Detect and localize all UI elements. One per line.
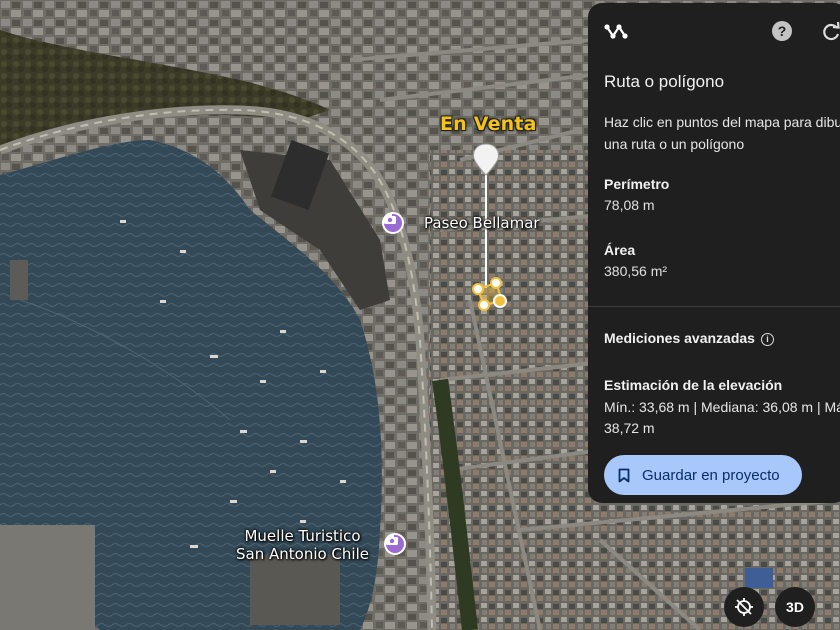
for-sale-label: En Venta (440, 113, 537, 135)
elevation-title: Estimación de la elevación (604, 377, 783, 393)
measure-ruler-icon (604, 24, 628, 39)
poi-label-line-2: San Antonio Chile (236, 545, 369, 563)
info-icon[interactable]: i (760, 333, 774, 346)
panel-divider (588, 306, 840, 307)
panel-title: Ruta o polígono (604, 72, 725, 91)
measure-panel: ? Ruta o polígono Haz clic en puntos del… (588, 3, 840, 503)
help-icon[interactable]: ? (772, 21, 792, 41)
poi-label-paseo-bellamar[interactable]: Paseo Bellamar (424, 214, 540, 232)
bookmark-icon (618, 468, 630, 482)
save-to-project-button[interactable]: Guardar en proyecto (604, 455, 802, 495)
panel-description: Haz clic en puntos del mapa para dibujar… (604, 114, 840, 152)
compass-reset-button[interactable] (724, 587, 764, 627)
refresh-icon[interactable] (820, 21, 840, 43)
camera-poi-icon[interactable] (384, 533, 406, 555)
advanced-measurements[interactable]: Mediciones avanzadas i (604, 330, 774, 346)
save-to-project-label: Guardar en proyecto (642, 466, 780, 484)
perimeter-value: 78,08 m (604, 197, 655, 213)
area-value: 380,56 m² (604, 263, 668, 279)
toggle-3d-button[interactable]: 3D (775, 587, 815, 627)
elevation-stats: Mín.: 33,68 m | Mediana: 36,08 m | Máx.: (604, 399, 840, 415)
toggle-3d-label: 3D (786, 599, 804, 615)
area-label: Área (604, 242, 636, 258)
elevation-max: 38,72 m (604, 420, 655, 436)
perimeter-label: Perímetro (604, 176, 670, 192)
poi-label-line-1: Muelle Turistico (244, 527, 361, 545)
poi-label-muelle-turistico[interactable]: Muelle Turistico San Antonio Chile (236, 527, 369, 563)
compass-off-icon (735, 598, 753, 616)
advanced-measurements-label: Mediciones avanzadas (604, 330, 755, 346)
camera-poi-icon[interactable] (382, 212, 404, 234)
panel-header: ? (588, 3, 840, 59)
